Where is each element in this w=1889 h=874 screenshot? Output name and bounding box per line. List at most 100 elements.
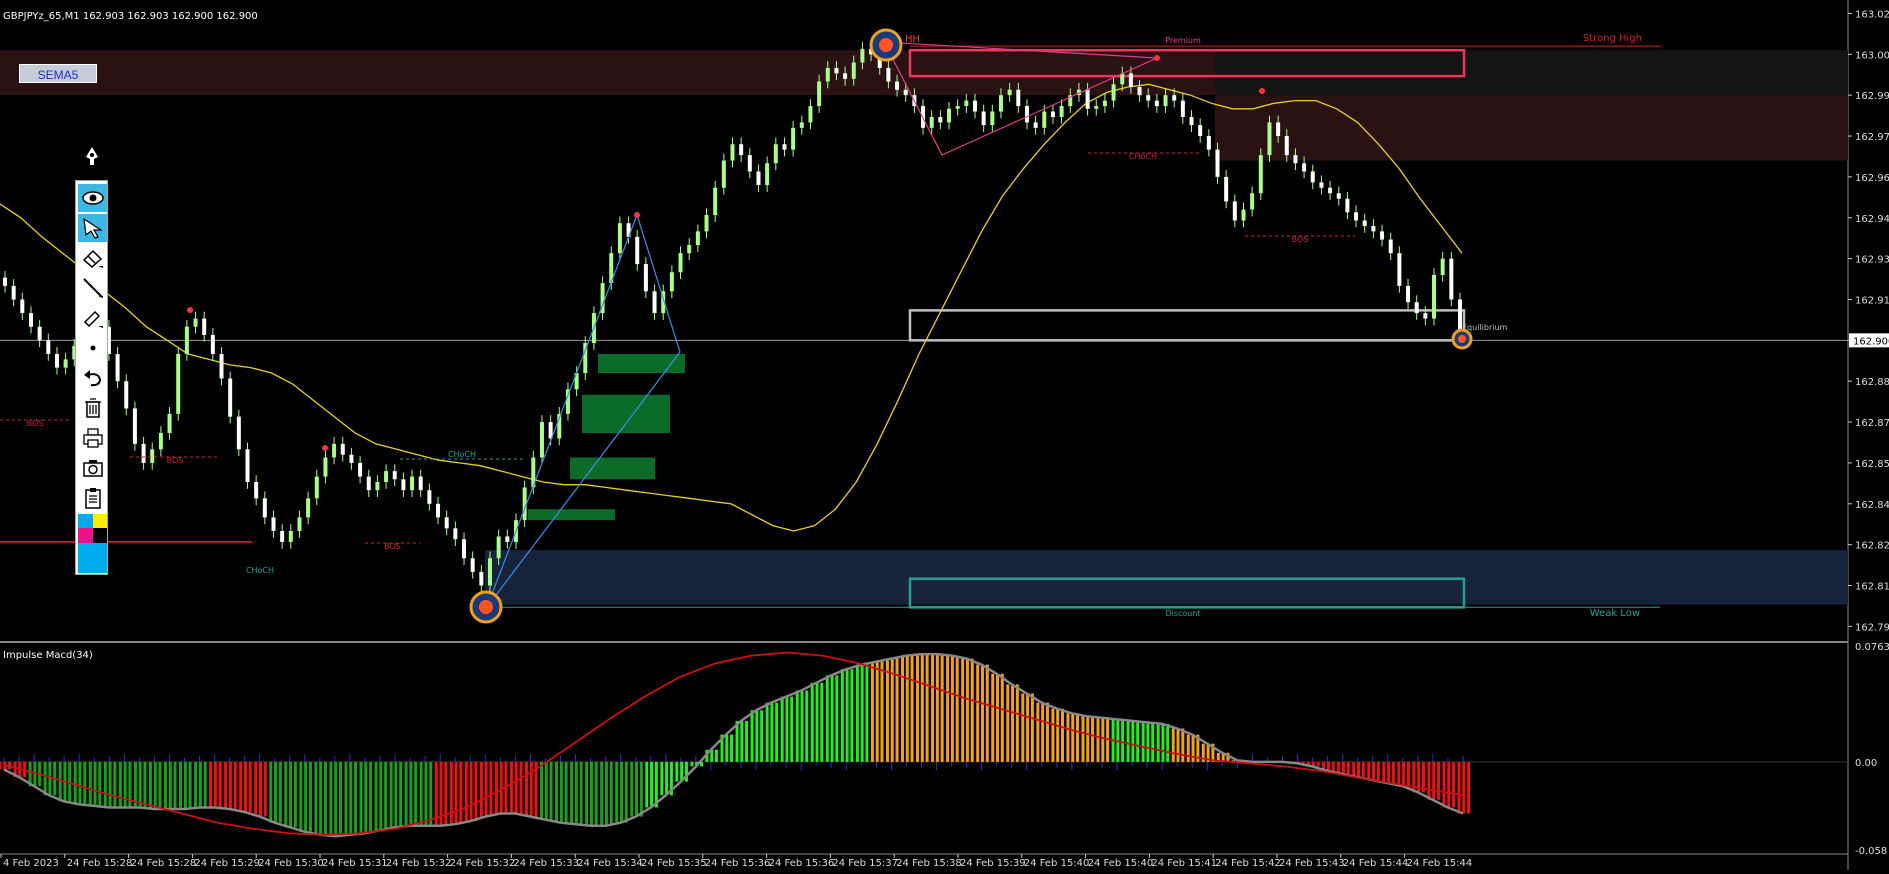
candle <box>1354 212 1359 221</box>
candle <box>1102 100 1107 107</box>
candle <box>1336 193 1341 199</box>
candle <box>1215 149 1220 177</box>
candle <box>730 144 735 161</box>
candle <box>1406 285 1411 303</box>
candle <box>669 272 674 292</box>
candle <box>167 413 172 433</box>
candle <box>947 108 952 123</box>
candle <box>427 490 432 504</box>
candle <box>228 378 233 417</box>
candle <box>323 457 328 477</box>
trash-icon[interactable] <box>78 394 107 422</box>
price-tick-label: 162.825 <box>1855 541 1889 552</box>
clipboard-icon[interactable] <box>78 484 107 512</box>
candle <box>1016 89 1021 107</box>
time-tick-label: 24 Feb 15:38 <box>896 858 962 869</box>
candle <box>808 106 813 123</box>
candle <box>756 171 761 186</box>
eraser-icon[interactable] <box>78 244 107 272</box>
candle <box>929 116 934 128</box>
candle <box>955 106 960 109</box>
swing-marker <box>322 445 328 451</box>
macd-tick-label: 0.0763 <box>1855 642 1889 653</box>
candle <box>1362 220 1367 226</box>
candle <box>496 536 501 559</box>
candle <box>886 67 891 82</box>
pen-icon[interactable] <box>80 145 104 169</box>
candle <box>704 215 709 232</box>
time-tick-label: 24 Feb 15:37 <box>832 858 898 869</box>
candle <box>539 422 544 458</box>
candle <box>1085 89 1090 109</box>
macd-title: Impulse Macd(34) <box>3 650 93 661</box>
candle <box>410 476 415 491</box>
candle <box>652 291 657 314</box>
candle <box>1059 106 1064 117</box>
logo-stamp-center <box>879 38 893 52</box>
price-tick-label: 162.960 <box>1855 173 1889 184</box>
candle <box>799 122 804 128</box>
candle <box>488 558 492 586</box>
time-tick-label: 24 Feb 15:34 <box>577 858 643 869</box>
candle <box>479 571 484 586</box>
candle <box>115 353 120 382</box>
candle <box>1432 274 1437 319</box>
candle <box>1050 111 1055 117</box>
candle <box>687 245 692 254</box>
time-tick-label: 24 Feb 15:32 <box>450 858 516 869</box>
strong-high-label: Strong High <box>1583 33 1642 44</box>
bos-label: BOS <box>384 542 401 551</box>
print-icon[interactable] <box>78 424 107 452</box>
color-palette-icon[interactable] <box>78 514 107 573</box>
candle <box>1024 106 1029 123</box>
candle <box>219 353 224 379</box>
candle <box>262 498 267 518</box>
price-tick-label: 162.810 <box>1855 582 1889 593</box>
candle <box>739 144 744 156</box>
candle <box>998 95 1003 112</box>
time-tick-label: 24 Feb 15:35 <box>641 858 707 869</box>
candle <box>1094 106 1099 109</box>
candle <box>834 67 839 74</box>
candle <box>124 381 129 409</box>
price-tick-label: 162.855 <box>1855 459 1889 470</box>
price-tick-label: 163.020 <box>1855 9 1889 20</box>
equilibrium-box <box>908 309 1466 342</box>
candle <box>903 89 908 96</box>
dot-icon[interactable] <box>78 334 107 362</box>
premium-zone-dark <box>1215 50 1848 96</box>
price-tick-label: 162.915 <box>1855 295 1889 306</box>
price-tick-label: 162.795 <box>1855 622 1889 633</box>
candle <box>1128 73 1133 87</box>
sema5-button[interactable]: SEMA5 <box>19 64 97 83</box>
candle <box>1293 155 1298 164</box>
candle <box>505 536 510 542</box>
candle <box>1172 95 1177 101</box>
camera-icon[interactable] <box>78 454 107 482</box>
time-tick-label: 24 Feb 15:29 <box>194 858 260 869</box>
eye-icon[interactable] <box>78 184 107 212</box>
candle <box>1189 116 1194 126</box>
candle <box>358 462 363 477</box>
price-tick-label: 162.840 <box>1855 500 1889 511</box>
undo-icon[interactable] <box>78 364 107 392</box>
line-icon[interactable] <box>78 274 107 302</box>
candle <box>1042 111 1047 128</box>
candle <box>773 144 778 164</box>
candle <box>1397 253 1402 286</box>
symbol-info: GBPJPYz_65,M1 162.903 162.903 162.900 16… <box>3 11 258 22</box>
cursor-icon[interactable] <box>78 214 107 242</box>
candle <box>964 100 969 107</box>
candle <box>453 528 458 540</box>
macd-outline <box>3 652 1464 838</box>
candle <box>1154 100 1159 107</box>
brush-icon[interactable] <box>78 304 107 332</box>
candle <box>28 313 33 327</box>
candle <box>444 517 449 529</box>
candle <box>384 471 389 482</box>
candle <box>1284 136 1289 156</box>
candle <box>236 416 241 450</box>
candle <box>462 539 467 559</box>
candle <box>245 449 250 482</box>
price-tick-label: 163.005 <box>1855 50 1889 61</box>
